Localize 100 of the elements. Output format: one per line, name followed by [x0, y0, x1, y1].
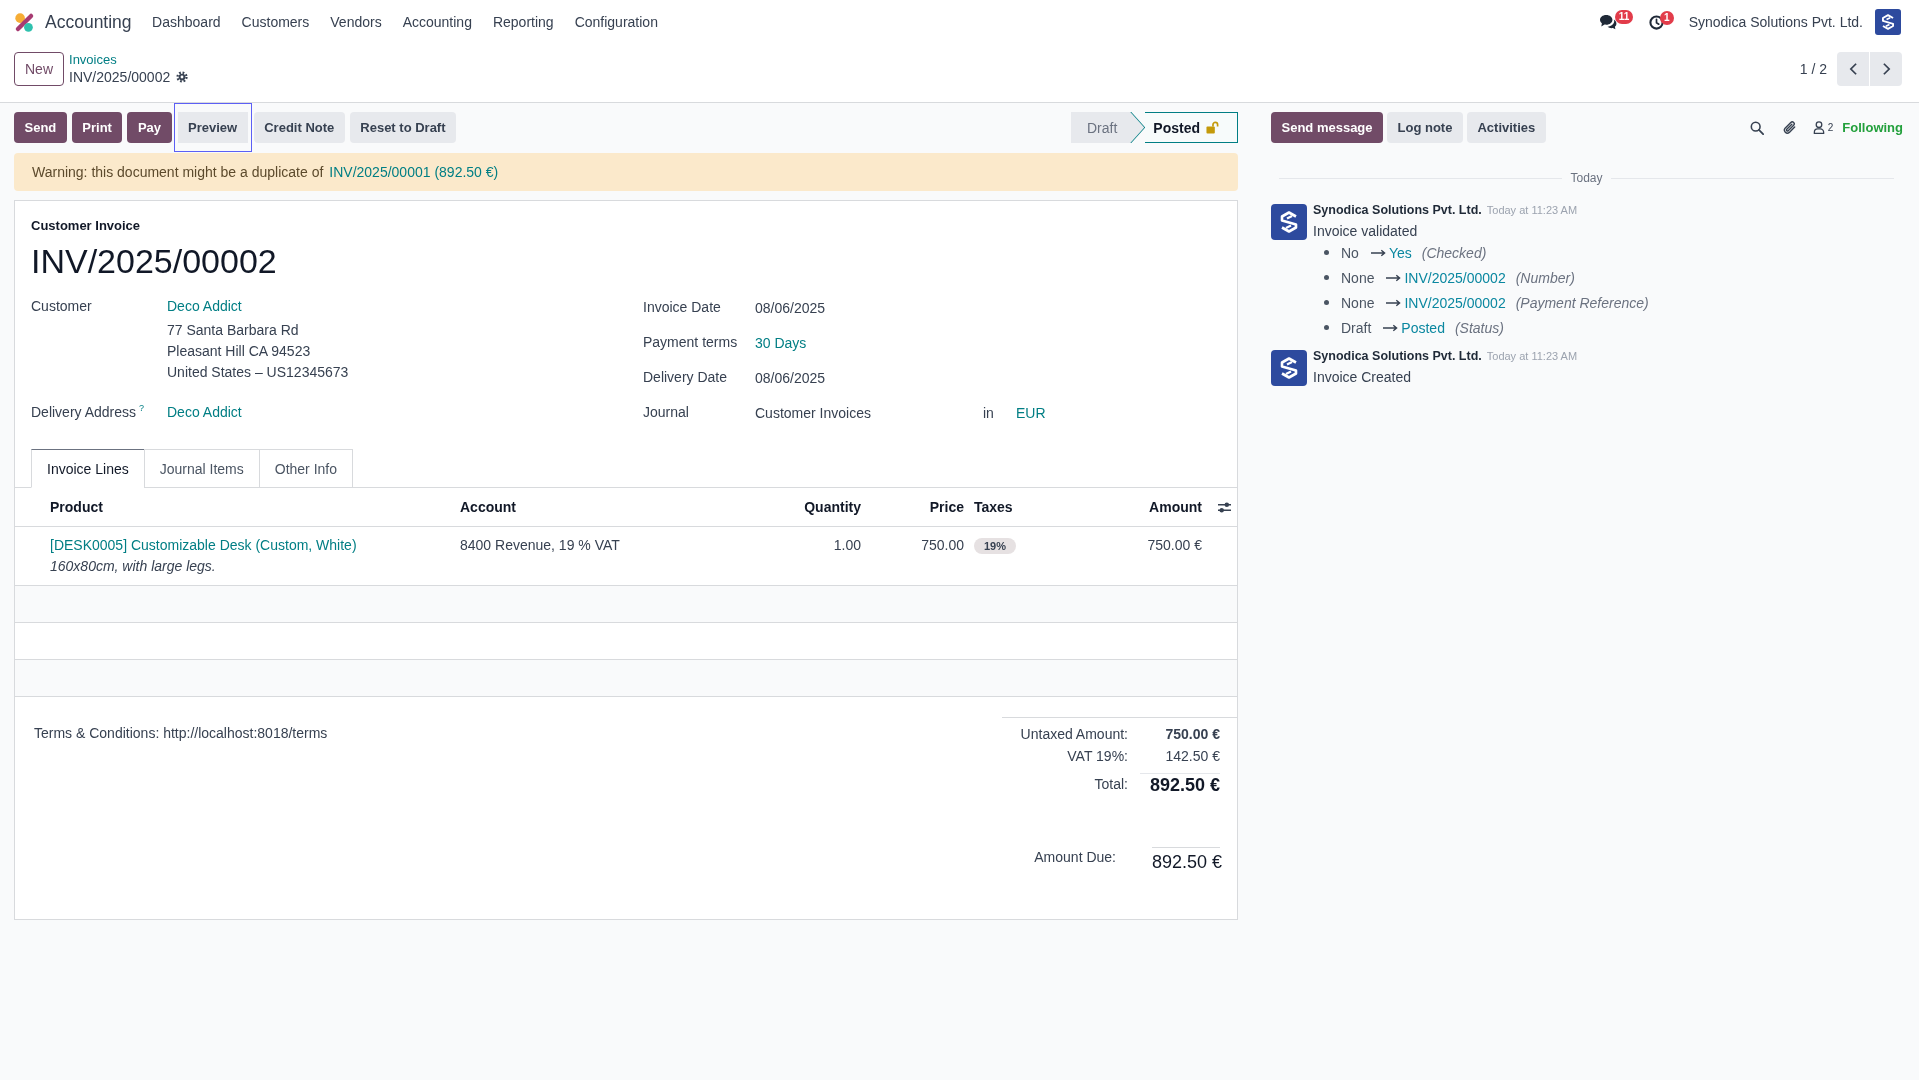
field-label: Delivery Date — [643, 369, 728, 385]
status-stage[interactable]: Posted — [1145, 112, 1238, 143]
bullet-icon — [1324, 325, 1329, 330]
status-stage[interactable]: Draft — [1070, 112, 1145, 143]
company-avatar-icon — [1271, 204, 1307, 240]
message-author: Synodica Solutions Pvt. Ltd. — [1313, 202, 1482, 218]
company-avatar-icon — [1271, 350, 1307, 386]
notification-badge: 11 — [1614, 10, 1634, 24]
menu-item[interactable]: Accounting — [392, 0, 483, 44]
column-header: Price — [928, 499, 965, 515]
column-header: Product — [49, 499, 104, 515]
field-label: Journal — [643, 404, 689, 420]
column-header: Taxes — [973, 499, 1014, 515]
menu-item[interactable]: Vendors — [319, 0, 393, 44]
action-button[interactable]: Preview — [173, 103, 252, 152]
action-button[interactable]: Reset to Draft — [349, 112, 457, 143]
message-time: Today at 11:23 AM — [1486, 203, 1578, 218]
arrow-icon — [1386, 298, 1402, 307]
chevron-right-icon — [1881, 62, 1891, 76]
bullet-icon — [1324, 250, 1329, 255]
table-cell-text: 8400 Revenue, 19 % VAT — [459, 536, 621, 555]
bullet-icon — [1324, 275, 1329, 280]
help-tooltip[interactable]: ? — [139, 402, 145, 414]
payment-terms-link[interactable]: 30 Days — [755, 334, 807, 351]
action-button[interactable]: Send — [14, 112, 67, 143]
new-value: Yes — [1388, 244, 1412, 261]
terms-text: Terms & Conditions: http://localhost:8018/terms — [34, 724, 328, 743]
total-label: Untaxed Amount: — [1019, 725, 1128, 744]
gear-icon[interactable] — [176, 71, 189, 83]
menu-item[interactable]: Configuration — [564, 0, 669, 44]
message-body: Invoice validated — [1313, 222, 1418, 241]
field-name: (Status) — [1454, 319, 1504, 336]
person-icon[interactable] — [1812, 121, 1825, 134]
date-separator: Today — [1570, 170, 1603, 187]
new-value: Posted — [1401, 319, 1445, 336]
chatter-button[interactable]: Send message — [1271, 112, 1384, 143]
invoice-number: INV/2025/00002 — [31, 241, 278, 281]
old-value: None — [1341, 269, 1375, 286]
duplicate-invoice-link[interactable]: INV/2025/00001 (892.50 €) — [329, 164, 499, 180]
address-line: Pleasant Hill CA 94523 — [167, 342, 311, 361]
app-name[interactable]: Accounting — [45, 11, 132, 33]
amount-due-value: 892.50 € — [1152, 847, 1220, 873]
paperclip-icon[interactable] — [1781, 120, 1797, 135]
search-icon[interactable] — [1749, 120, 1764, 135]
action-button[interactable]: Credit Note — [253, 112, 345, 143]
column-header: Quantity — [803, 499, 862, 515]
field-name: (Number) — [1515, 269, 1575, 286]
table-cell-text: 750.00 € — [1146, 536, 1203, 555]
warning-message: Warning: this document might be a duplicate of INV/2025/00001 (892.50 €) — [14, 153, 1238, 191]
action-button[interactable]: Print — [71, 112, 123, 143]
product-link[interactable]: [DESK0005] Customizable Desk (Custom, White) — [50, 535, 357, 556]
address-line: United States – US12345673 — [167, 363, 349, 382]
notification-badge: 1 — [1659, 10, 1674, 25]
field-name: (Payment Reference) — [1515, 294, 1649, 311]
message-body: Invoice Created — [1313, 368, 1412, 387]
total-value: 142.50 € — [1164, 747, 1220, 766]
column-header: Amount — [1148, 499, 1203, 515]
chatter-button[interactable]: Activities — [1466, 112, 1546, 143]
company-name[interactable]: Synodica Solutions Pvt. Ltd. — [1688, 14, 1863, 30]
new-value: INV/2025/00002 — [1404, 294, 1506, 311]
amount-due-label: Amount Due: — [1033, 848, 1116, 867]
pager-value[interactable]: 1 / 2 — [1799, 61, 1827, 77]
app-logo-icon[interactable] — [14, 11, 35, 33]
tax-tag: 19% — [974, 538, 1017, 555]
sliders-icon[interactable] — [1217, 500, 1232, 514]
table-cell-text: 1.00 — [832, 536, 862, 555]
breadcrumb-link[interactable]: Invoices — [69, 52, 189, 68]
arrow-icon — [1370, 248, 1386, 257]
menu-item[interactable]: Customers — [231, 0, 320, 44]
tab[interactable]: Journal Items — [143, 449, 260, 488]
old-value: No — [1341, 244, 1359, 261]
menu-item[interactable]: Dashboard — [141, 0, 232, 44]
customer-link[interactable]: Deco Addict — [167, 402, 242, 423]
company-avatar-icon[interactable] — [1875, 9, 1901, 35]
total-value: 892.50 € — [1140, 773, 1220, 795]
field-name: (Checked) — [1421, 244, 1487, 261]
bullet-icon — [1324, 300, 1329, 305]
table-cell-text: 750.00 — [920, 536, 965, 555]
field-value: 08/06/2025 — [755, 369, 826, 386]
old-value: Draft — [1341, 319, 1372, 336]
clock-icon[interactable] — [1648, 14, 1664, 30]
tab[interactable]: Other Info — [258, 449, 354, 488]
currency-link[interactable]: EUR — [1016, 404, 1046, 421]
total-value: 750.00 € — [1164, 725, 1220, 744]
chat-bubbles-icon[interactable] — [1598, 14, 1617, 30]
field-label: Delivery Address — [31, 403, 137, 422]
connector-text: in — [983, 404, 995, 421]
customer-link[interactable]: Deco Addict — [167, 296, 242, 317]
action-button[interactable]: Pay — [127, 112, 172, 143]
new-button[interactable]: New — [14, 52, 64, 86]
followers-count: 2 — [1827, 123, 1834, 133]
arrow-icon — [1386, 273, 1402, 282]
line-description: 160x80cm, with large legs. — [50, 557, 216, 576]
new-value: INV/2025/00002 — [1404, 269, 1506, 286]
message-time: Today at 11:23 AM — [1486, 349, 1578, 364]
field-value: Customer Invoices — [755, 404, 872, 421]
chatter-button[interactable]: Log note — [1387, 112, 1463, 143]
arrow-icon — [1383, 323, 1399, 332]
menu-item[interactable]: Reporting — [482, 0, 565, 44]
tab[interactable]: Invoice Lines — [31, 449, 145, 488]
